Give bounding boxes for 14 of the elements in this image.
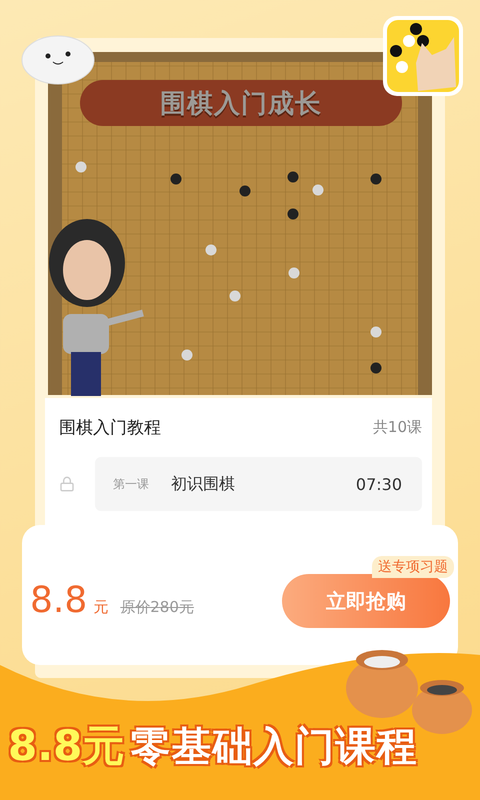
lesson-title: 初识围棋 [171,474,236,494]
banner-title: 围棋入门成长 [160,88,322,120]
price-unit: 元 [93,598,108,616]
lesson-count: 共10课 [372,418,422,437]
lesson-number: 第一课 [113,476,149,492]
lesson-item[interactable]: 第一课 初识围棋 07:30 [95,457,422,511]
bonus-tag: 送专项习题 [372,556,454,578]
app-icon [382,15,464,97]
course-title: 围棋入门教程 [59,417,161,439]
promo-price: 8.8元 [8,720,124,772]
price: 8.8 [30,580,88,620]
lesson-duration: 07:30 [356,474,402,494]
original-price: 原价280元 [120,598,194,616]
promo-headline: 零基础入门课程 [130,722,418,772]
